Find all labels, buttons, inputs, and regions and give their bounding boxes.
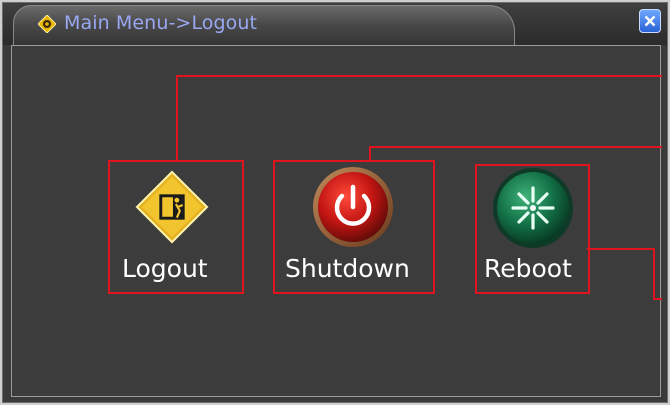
menu-panel: Logout Shutdown Reboot: [11, 45, 662, 397]
reboot-label: Reboot: [484, 254, 572, 283]
window-title: Main Menu->Logout: [64, 12, 258, 34]
title-tab: Main Menu->Logout: [13, 5, 515, 45]
logout-button[interactable]: Logout: [108, 160, 244, 294]
title-bar: Main Menu->Logout: [3, 3, 667, 45]
logout-label: Logout: [122, 254, 208, 283]
callout-line-logout: [176, 75, 662, 160]
shutdown-button[interactable]: Shutdown: [273, 160, 435, 294]
reboot-icon: [493, 168, 573, 248]
reboot-button[interactable]: Reboot: [475, 164, 590, 294]
power-icon: [313, 167, 393, 247]
logout-icon: [135, 170, 209, 244]
menu-icon: [38, 15, 56, 33]
close-icon: [644, 15, 656, 27]
logout-window: Main Menu->Logout Logout Shutdown Reboot: [2, 2, 668, 403]
callout-line-reboot: [587, 248, 662, 300]
callout-line-shutdown: [369, 146, 662, 160]
close-button[interactable]: [639, 9, 661, 33]
shutdown-label: Shutdown: [285, 254, 410, 283]
